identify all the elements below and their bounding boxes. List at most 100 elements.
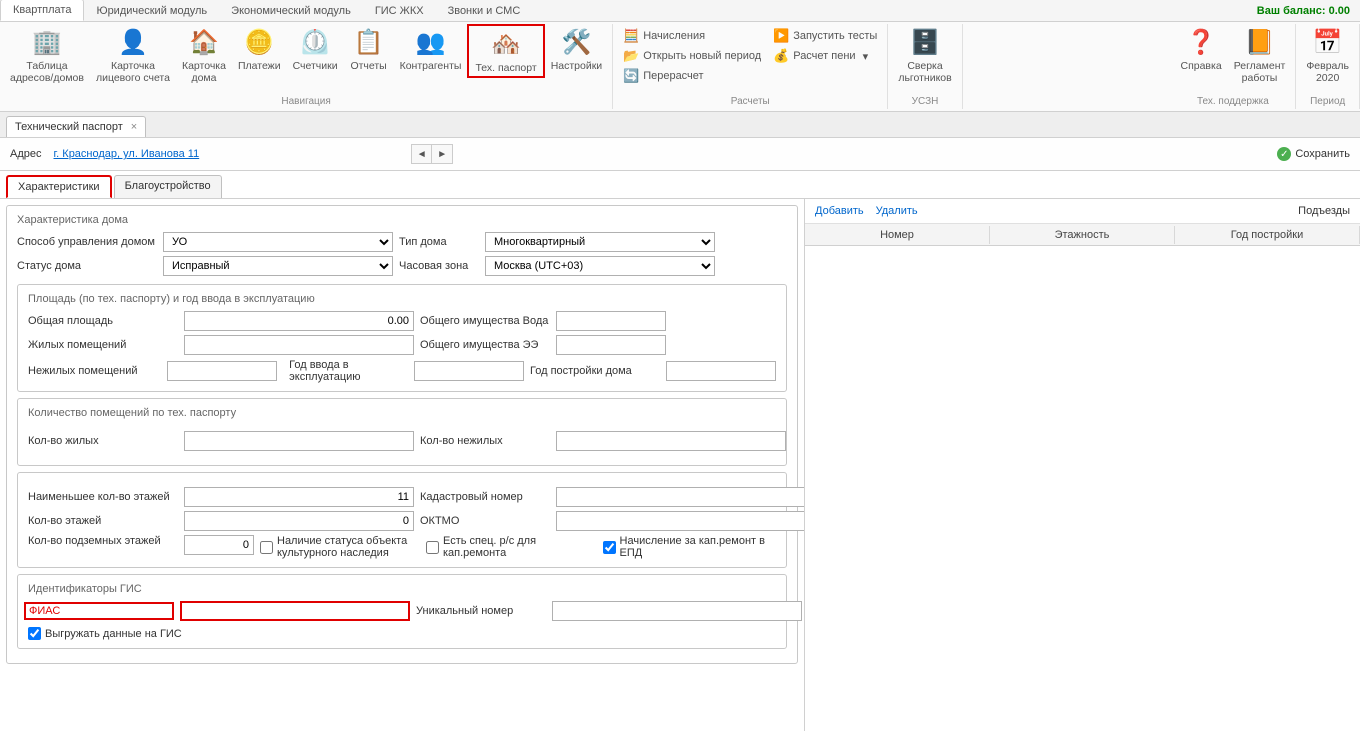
col-year[interactable]: Год постройки: [1175, 226, 1360, 244]
legend-area: Площадь (по тех. паспорту) и год ввода в…: [24, 293, 319, 305]
input-living-area[interactable]: [184, 335, 414, 355]
input-count-nonliving[interactable]: [556, 431, 786, 451]
btn-house-card[interactable]: 🏠Карточка дома: [176, 24, 232, 86]
doc-tab-tech-passport[interactable]: Технический паспорт ×: [6, 116, 146, 137]
btn-reports[interactable]: 📋Отчеты: [344, 24, 394, 74]
label-nonliving-area: Нежилых помещений: [28, 365, 161, 377]
btn-del-entrance[interactable]: Удалить: [876, 205, 918, 217]
address-bar: Адрес г. Краснодар, ул. Иванова 11 ◄ ► ✓…: [0, 138, 1360, 171]
doc-tab-title: Технический паспорт: [15, 121, 123, 133]
col-floors[interactable]: Этажность: [990, 226, 1175, 244]
input-year-build[interactable]: [666, 361, 776, 381]
ribbon-tab-calls[interactable]: Звонки и СМС: [436, 1, 533, 21]
label-common-ee: Общего имущества ЭЭ: [420, 339, 550, 351]
btn-run-tests[interactable]: ▶️Запустить тесты: [773, 28, 877, 44]
input-nonliving-area[interactable]: [167, 361, 277, 381]
legend-main: Характеристика дома: [13, 214, 132, 226]
address-nav: ◄ ►: [411, 144, 453, 164]
chk-spec-account[interactable]: [426, 541, 439, 554]
select-house-type[interactable]: Многоквартирный: [485, 232, 715, 252]
input-fias[interactable]: [180, 601, 410, 621]
next-button[interactable]: ►: [432, 145, 452, 163]
btn-period[interactable]: 📅Февраль 2020: [1300, 24, 1355, 86]
legend-count: Количество помещений по тех. паспорту: [24, 407, 240, 419]
label-floors: Кол-во этажей: [28, 515, 178, 527]
ribbon-tab-gis[interactable]: ГИС ЖКХ: [363, 1, 436, 21]
btn-payments[interactable]: 🪙Платежи: [232, 24, 287, 74]
ribbon-tab-kvartplata[interactable]: Квартплата: [0, 0, 84, 21]
save-button[interactable]: ✓ Сохранить: [1277, 147, 1350, 161]
label-year-build: Год постройки дома: [530, 365, 660, 377]
select-timezone[interactable]: Москва (UTC+03): [485, 256, 715, 276]
btn-accruals[interactable]: 🧮Начисления: [623, 28, 761, 44]
ribbon-group-label-help: Тех. поддержка: [1174, 94, 1291, 109]
house-icon: 🏠: [188, 26, 220, 58]
col-number[interactable]: Номер: [805, 226, 990, 244]
input-floors[interactable]: [184, 511, 414, 531]
btn-add-entrance[interactable]: Добавить: [815, 205, 864, 217]
address-label: Адрес: [10, 148, 42, 160]
btn-uszn[interactable]: 🗄️Сверка льготников: [892, 24, 957, 86]
input-count-living[interactable]: [184, 431, 414, 451]
gauge-icon: ⏲️: [299, 26, 331, 58]
label-manage-method: Способ управления домом: [17, 236, 157, 248]
subtab-characteristics[interactable]: Характеристики: [6, 175, 112, 198]
select-house-status[interactable]: Исправный: [163, 256, 393, 276]
input-oktmo[interactable]: [556, 511, 804, 531]
legend-gis: Идентификаторы ГИС: [24, 583, 146, 595]
btn-personal-card[interactable]: 👤Карточка лицевого счета: [90, 24, 176, 86]
label-heritage: Наличие статуса объекта культурного насл…: [277, 535, 420, 559]
help-icon: ❓: [1185, 26, 1217, 58]
btn-contragents[interactable]: 👥Контрагенты: [394, 24, 468, 74]
input-min-floors[interactable]: [184, 487, 414, 507]
prev-button[interactable]: ◄: [412, 145, 432, 163]
fieldset-floors: Наименьшее кол-во этажей Кадастровый ном…: [17, 472, 787, 568]
document-tabs: Технический паспорт ×: [0, 112, 1360, 138]
input-year-commission[interactable]: [414, 361, 524, 381]
input-unique-number[interactable]: [552, 601, 802, 621]
input-common-water[interactable]: [556, 311, 666, 331]
btn-tech-passport[interactable]: 🏘️Тех. паспорт: [467, 24, 544, 78]
label-common-water: Общего имущества Вода: [420, 315, 550, 327]
label-cadastral: Кадастровый номер: [420, 491, 550, 503]
btn-help[interactable]: ❓Справка: [1174, 24, 1227, 74]
ribbon: 🏢Таблица адресов/домов 👤Карточка лицевог…: [0, 22, 1360, 112]
label-min-floors: Наименьшее кол-во этажей: [28, 491, 178, 503]
calendar-icon: 📅: [1312, 26, 1344, 58]
right-panel-title: Подъезды: [1298, 205, 1350, 217]
btn-penalty[interactable]: 💰Расчет пени ▾: [773, 48, 877, 64]
right-panel: Добавить Удалить Подъезды Номер Этажност…: [804, 199, 1360, 731]
chk-capital-repair[interactable]: [603, 541, 616, 554]
book-icon: 📙: [1244, 26, 1276, 58]
btn-recalc[interactable]: 🔄Перерасчет: [623, 68, 761, 84]
ribbon-group-label-calc: Расчеты: [617, 94, 883, 109]
label-house-status: Статус дома: [17, 260, 157, 272]
ribbon-tab-economic[interactable]: Экономический модуль: [219, 1, 363, 21]
play-icon: ▶️: [773, 28, 789, 44]
label-count-living: Кол-во жилых: [28, 435, 178, 447]
chk-export-gis[interactable]: [28, 627, 41, 640]
right-toolbar: Добавить Удалить Подъезды: [805, 199, 1360, 224]
input-cadastral[interactable]: [556, 487, 804, 507]
address-link[interactable]: г. Краснодар, ул. Иванова 11: [54, 148, 200, 160]
btn-address-table[interactable]: 🏢Таблица адресов/домов: [4, 24, 90, 86]
ribbon-tab-legal[interactable]: Юридический модуль: [84, 1, 219, 21]
input-underground[interactable]: [184, 535, 254, 555]
close-icon[interactable]: ×: [131, 121, 137, 133]
coins-icon: 🪙: [243, 26, 275, 58]
btn-open-period[interactable]: 📂Открыть новый период: [623, 48, 761, 64]
label-underground: Кол-во подземных этажей: [28, 535, 178, 547]
input-total-area[interactable]: [184, 311, 414, 331]
refresh-icon: 🔄: [623, 68, 639, 84]
select-manage-method[interactable]: УО: [163, 232, 393, 252]
input-common-ee[interactable]: [556, 335, 666, 355]
main-area: Характеристика дома Способ управления до…: [0, 199, 1360, 731]
label-year-commission: Год ввода в эксплуатацию: [289, 359, 408, 383]
label-oktmo: ОКТМО: [420, 515, 550, 527]
chk-heritage[interactable]: [260, 541, 273, 554]
ribbon-group-period: 📅Февраль 2020 Период: [1296, 24, 1360, 109]
btn-counters[interactable]: ⏲️Счетчики: [287, 24, 344, 74]
btn-regulation[interactable]: 📙Регламент работы: [1228, 24, 1292, 86]
btn-settings[interactable]: 🛠️Настройки: [545, 24, 609, 74]
subtab-improvement[interactable]: Благоустройство: [114, 175, 222, 198]
